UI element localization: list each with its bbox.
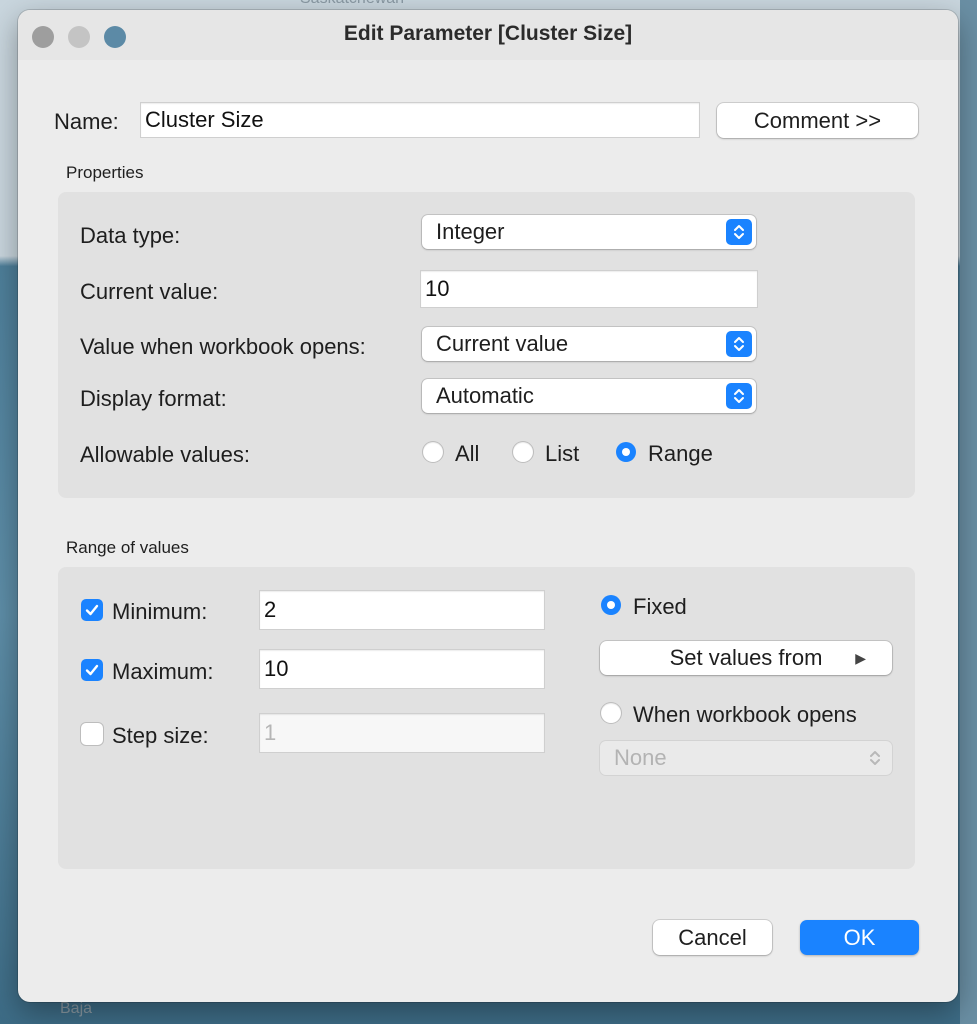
cancel-button[interactable]: Cancel <box>653 920 772 955</box>
data-type-value: Integer <box>436 219 505 244</box>
checkmark-icon <box>85 664 99 676</box>
allowable-range-label[interactable]: Range <box>648 441 713 467</box>
allowable-all-label[interactable]: All <box>455 441 479 467</box>
set-values-from-label: Set values from <box>669 645 823 670</box>
step-size-input[interactable]: 1 <box>259 713 545 753</box>
edit-parameter-dialog: Edit Parameter [Cluster Size] Name: Clus… <box>18 10 958 1002</box>
when-opens-label: Value when workbook opens: <box>80 334 366 359</box>
name-label: Name: <box>54 109 119 134</box>
minimum-label: Minimum: <box>112 599 208 624</box>
chevron-updown-icon <box>726 383 752 409</box>
fixed-radio[interactable] <box>601 595 621 615</box>
checkmark-icon <box>85 604 99 616</box>
when-workbook-opens-label[interactable]: When workbook opens <box>633 702 857 728</box>
name-input[interactable]: Cluster Size <box>140 102 700 138</box>
play-arrow-icon: ▶ <box>855 649 866 666</box>
minimum-input[interactable]: 2 <box>259 590 545 630</box>
display-format-value: Automatic <box>436 383 534 408</box>
chevron-updown-icon <box>862 745 888 771</box>
data-type-label: Data type: <box>80 223 181 248</box>
when-opens-select[interactable]: Current value <box>422 327 756 361</box>
allowable-list-label[interactable]: List <box>545 441 579 467</box>
maximum-label: Maximum: <box>112 659 214 684</box>
allowable-list-radio[interactable] <box>513 442 533 462</box>
current-value-label: Current value: <box>80 279 219 304</box>
current-value-input[interactable]: 10 <box>420 270 758 308</box>
map-label-baja: Baja <box>60 1000 93 1017</box>
maximum-input[interactable]: 10 <box>259 649 545 689</box>
comment-button[interactable]: Comment >> <box>717 103 918 138</box>
chevron-updown-icon <box>726 331 752 357</box>
properties-heading: Properties <box>66 163 144 182</box>
range-heading: Range of values <box>66 538 189 557</box>
allowable-range-radio[interactable] <box>616 442 636 462</box>
title-bar: Edit Parameter [Cluster Size] <box>18 10 958 60</box>
map-background-edge <box>960 0 977 1024</box>
fixed-label[interactable]: Fixed <box>633 594 687 620</box>
minimum-checkbox[interactable] <box>81 599 103 621</box>
when-opens-source-select[interactable]: None <box>600 741 892 775</box>
step-size-label: Step size: <box>112 723 209 748</box>
allowable-all-radio[interactable] <box>423 442 443 462</box>
set-values-from-button[interactable]: Set values from ▶ <box>600 641 892 675</box>
step-size-checkbox[interactable] <box>81 723 103 745</box>
data-type-select[interactable]: Integer <box>422 215 756 249</box>
map-label-saskatchewan: Saskatchewan <box>300 0 404 8</box>
dialog-title: Edit Parameter [Cluster Size] <box>343 22 633 45</box>
chevron-updown-icon <box>726 219 752 245</box>
display-format-label: Display format: <box>80 386 227 411</box>
display-format-select[interactable]: Automatic <box>422 379 756 413</box>
ok-button[interactable]: OK <box>800 920 919 955</box>
when-workbook-opens-radio[interactable] <box>601 703 621 723</box>
when-opens-source-value: None <box>614 745 667 770</box>
maximum-checkbox[interactable] <box>81 659 103 681</box>
when-opens-value: Current value <box>436 331 569 356</box>
allowable-values-label: Allowable values: <box>80 442 250 467</box>
